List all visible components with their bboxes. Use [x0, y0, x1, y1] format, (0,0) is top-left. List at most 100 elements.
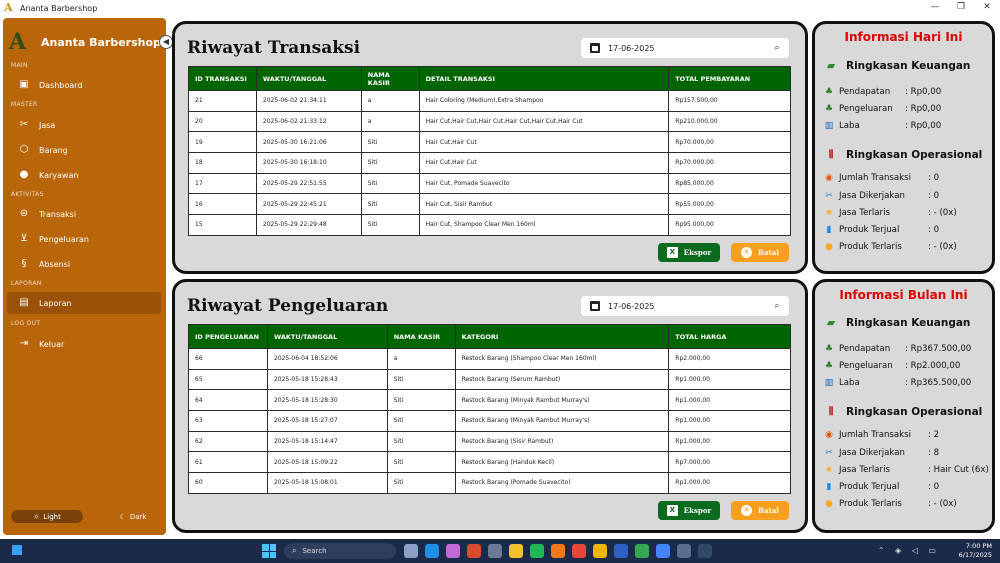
column-header[interactable]: WAKTU/TANGGAL — [255, 66, 362, 91]
transaction-count-icon: ◉ — [825, 430, 833, 440]
table-row[interactable]: 64 2025-05-18 15:28:30 Siti Restock Barang … — [188, 389, 791, 412]
column-header[interactable]: NAMA KASIR — [360, 66, 420, 91]
theme-light-label: Light — [43, 512, 61, 521]
system-tray[interactable]: ⌃ ◈ ◁ ▭ — [878, 546, 940, 555]
table-row[interactable]: 19 2025-05-30 16:21:06 Siti Hair Cut,Hair C… — [188, 131, 791, 154]
table-row[interactable]: 65 2025-05-18 15:28:43 Siti Restock Barang … — [188, 368, 791, 391]
taskbar-search[interactable]: ⌕ Search — [284, 543, 396, 559]
table-row[interactable]: 61 2025-05-18 15:09:22 Siti Restock Barang … — [188, 451, 791, 474]
excel-icon: X — [666, 505, 678, 516]
theme-dark-button[interactable]: ☾ Dark — [103, 510, 163, 523]
sidebar-item-label: Pengeluaran — [39, 234, 89, 244]
table-cell: 2025-06-02 21:33:12 — [255, 110, 362, 133]
search-icon[interactable]: ⌕ — [771, 301, 783, 311]
sidebar-item-keluar[interactable]: ⇥ Keluar — [7, 333, 161, 355]
operations-row: ✂ Jasa Dikerjakan : 0 — [823, 190, 939, 202]
table-cell: a — [360, 110, 420, 133]
column-header[interactable]: TOTAL HARGA — [668, 324, 791, 349]
chrome-icon[interactable] — [593, 544, 607, 558]
column-header[interactable]: TOTAL PEMBAYARAN — [668, 66, 791, 91]
search-icon[interactable]: ⌕ — [771, 43, 783, 53]
ananta-app-icon[interactable] — [698, 544, 712, 558]
table-cell: 18 — [188, 152, 257, 174]
expenses-export-button[interactable]: X Ekspor — [658, 501, 720, 520]
scissors-icon: ✂ — [825, 448, 833, 458]
column-header[interactable]: NAMA KASIR — [386, 324, 456, 349]
column-header[interactable]: ID PENGELUARAN — [188, 324, 268, 349]
table-cell: Hair Cut,Hair Cut — [418, 131, 670, 154]
table-cell: 2025-06-02 21:34:11 — [255, 90, 362, 112]
start-button[interactable] — [262, 544, 276, 558]
sidebar-collapse-button[interactable]: ◀ — [159, 35, 173, 49]
finance-value: : Rp0,00 — [905, 121, 942, 131]
table-row[interactable]: 60 2025-05-18 15:08:01 Siti Restock Barang … — [188, 472, 791, 494]
section-aktivitas: AKTIVITAS — [11, 191, 44, 198]
maximize-button[interactable]: ❐ — [948, 0, 974, 16]
transactions-export-button[interactable]: X Ekspor — [658, 243, 720, 262]
sidebar-item-transaksi[interactable]: ⊜ Transaksi — [7, 203, 161, 225]
word-icon[interactable] — [614, 544, 628, 558]
table-cell: Restock Barang (Pomade Suavecito) — [454, 472, 670, 494]
sidebar-item-barang[interactable]: ⬡ Barang — [7, 139, 161, 161]
table-row[interactable]: 15 2025-05-29 22:29:48 Siti Hair Cut, Shamp… — [188, 214, 791, 236]
sidebar-item-absensi[interactable]: § Absensi — [7, 253, 161, 275]
transactions-date-filter[interactable]: 17-06-2025 ⌕ — [581, 38, 789, 58]
sidebar-item-jasa[interactable]: ✂ Jasa — [7, 114, 161, 136]
table-row[interactable]: 66 2025-06-04 18:52:06 a Restock Barang (Sh… — [188, 348, 791, 370]
explorer-icon[interactable] — [509, 544, 523, 558]
table-row[interactable]: 62 2025-05-18 15:14:47 Siti Restock Barang … — [188, 430, 791, 453]
sidebar-item-label: Karyawan — [39, 170, 79, 180]
transaction-count-icon: ◉ — [825, 173, 833, 183]
chrome-icon[interactable] — [635, 544, 649, 558]
operations-label: Jasa Terlaris — [839, 465, 890, 475]
sidebar-item-label: Keluar — [39, 339, 65, 349]
operations-label: Jasa Terlaris — [839, 208, 890, 218]
cancel-icon: ✕ — [741, 247, 753, 258]
table-row[interactable]: 20 2025-06-02 21:33:12 a Hair Cut,Hair Cut,… — [188, 110, 791, 133]
security-icon[interactable] — [677, 544, 691, 558]
office-icon[interactable] — [467, 544, 481, 558]
date-value: 17-06-2025 — [608, 301, 655, 311]
operations-value: : Hair Cut (6x) — [928, 465, 989, 475]
table-cell: 2025-05-29 22:51:55 — [255, 172, 362, 195]
transactions-cancel-button[interactable]: ✕ Batal — [731, 243, 789, 262]
theme-light-button[interactable]: ☼ Light — [11, 510, 83, 523]
sidebar-item-pengeluaran[interactable]: ⊻ Pengeluaran — [7, 228, 161, 250]
widgets-icon[interactable] — [12, 545, 22, 555]
xampp-icon[interactable] — [551, 544, 565, 558]
export-label: Ekspor — [683, 248, 712, 257]
table-row[interactable]: 17 2025-05-29 22:51:55 Siti Hair Cut, Pomad… — [188, 172, 791, 195]
column-header[interactable]: KATEGORI — [454, 324, 670, 349]
chrome-icon[interactable] — [572, 544, 586, 558]
minimize-button[interactable]: — — [922, 0, 948, 16]
copilot-icon[interactable] — [446, 544, 460, 558]
chrome-icon[interactable] — [656, 544, 670, 558]
section-laporan: LAPORAN — [11, 280, 42, 287]
close-button[interactable]: ✕ — [974, 0, 1000, 16]
table-cell: Hair Cut,Hair Cut,Hair Cut,Hair Cut,Hair… — [418, 110, 670, 133]
table-row[interactable]: 18 2025-05-30 16:18:10 Siti Hair Cut,Hair C… — [188, 152, 791, 174]
settings-icon[interactable] — [488, 544, 502, 558]
edge-icon[interactable] — [425, 544, 439, 558]
table-row[interactable]: 21 2025-06-02 21:34:11 a Hair Coloring (Med… — [188, 90, 791, 112]
taskbar-clock[interactable]: 7:00 PM 6/17/2025 — [959, 542, 992, 560]
table-cell: 2025-05-18 15:08:01 — [266, 472, 388, 494]
column-header[interactable]: ID TRANSAKSI — [188, 66, 257, 91]
box-icon: ⬡ — [19, 144, 29, 155]
expenses-cancel-button[interactable]: ✕ Batal — [731, 501, 789, 520]
operations-row: ▮ Produk Terjual : 0 — [823, 481, 940, 493]
table-cell: 2025-05-18 15:27:07 — [266, 410, 388, 432]
expenses-date-filter[interactable]: 17-06-2025 ⌕ — [581, 296, 789, 316]
column-header[interactable]: DETAIL TRANSAKSI — [418, 66, 670, 91]
table-row[interactable]: 63 2025-05-18 15:27:07 Siti Restock Barang … — [188, 410, 791, 432]
spotify-icon[interactable] — [530, 544, 544, 558]
column-header[interactable]: WAKTU/TANGGAL — [266, 324, 388, 349]
table-cell: 2025-05-29 22:45:21 — [255, 193, 362, 216]
sidebar-item-laporan[interactable]: ▤ Laporan — [7, 292, 161, 314]
table-row[interactable]: 16 2025-05-29 22:45:21 Siti Hair Cut, Sisir… — [188, 193, 791, 216]
operations-value: : 0 — [928, 482, 940, 492]
sidebar-item-karyawan[interactable]: ● Karyawan — [7, 164, 161, 186]
table-cell: 2025-05-18 15:28:30 — [266, 389, 388, 412]
sidebar-item-dashboard[interactable]: ▣ Dashboard — [7, 74, 161, 96]
taskview-icon[interactable] — [404, 544, 418, 558]
